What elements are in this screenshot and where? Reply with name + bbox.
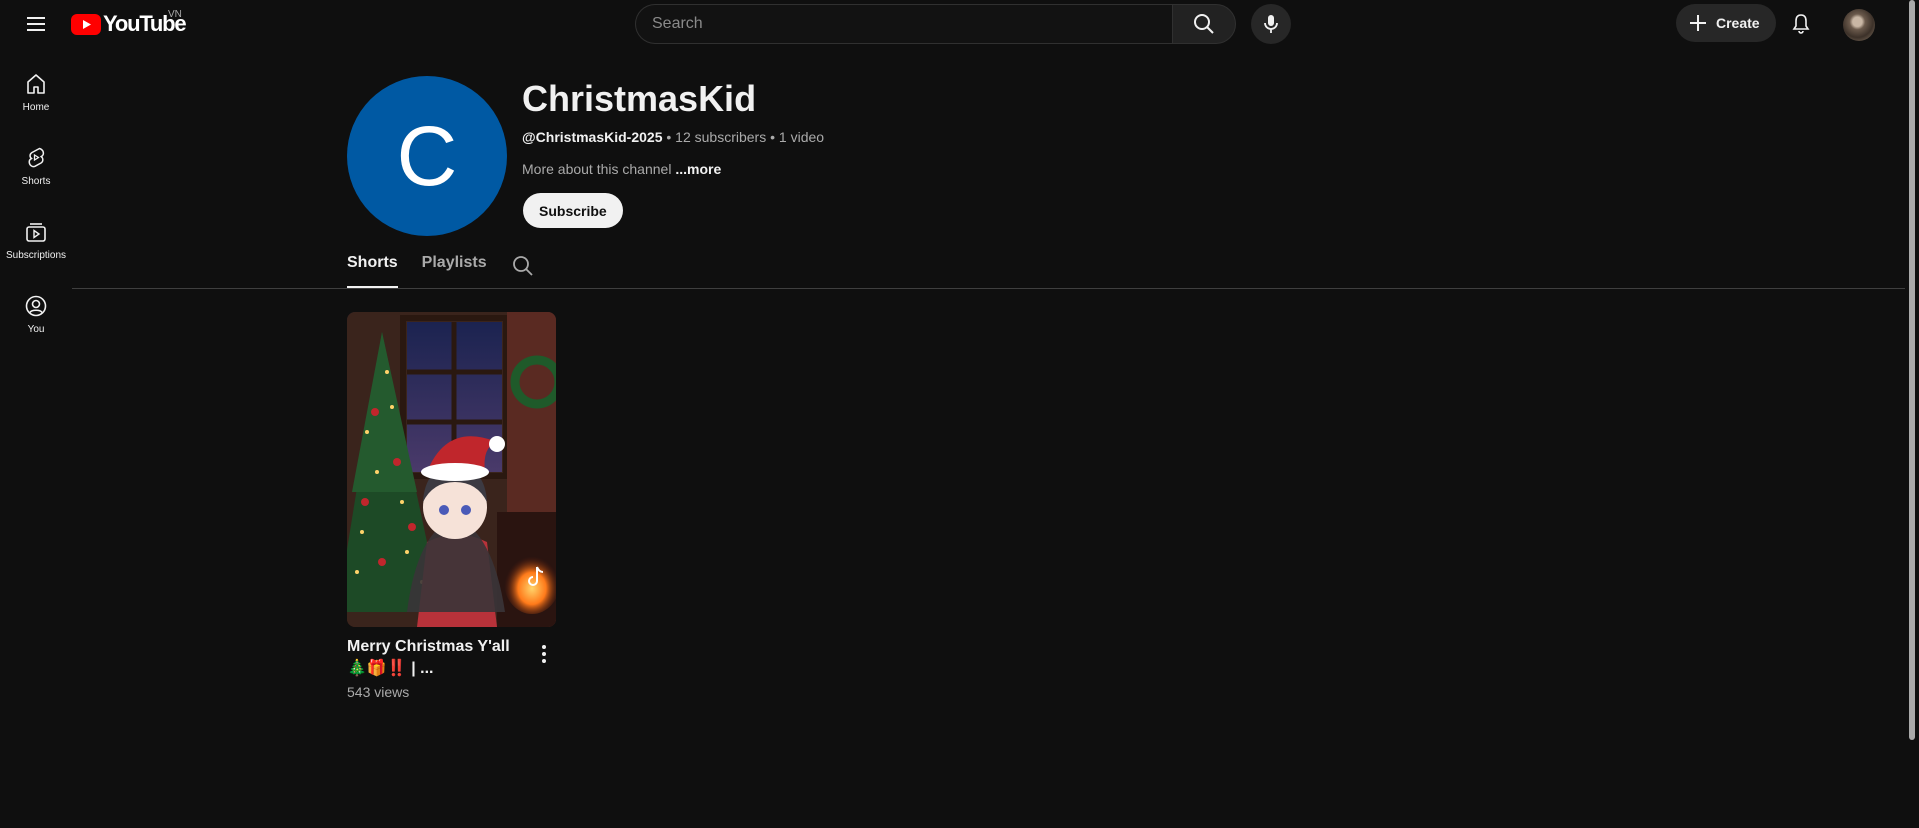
channel-avatar[interactable]: C bbox=[347, 76, 507, 236]
home-icon bbox=[27, 74, 45, 94]
youtube-play-icon bbox=[71, 13, 101, 35]
channel-meta: @ChristmasKid-2025 • 12 subscribers • 1 … bbox=[522, 129, 824, 145]
guide-item-shorts[interactable]: Shorts bbox=[0, 130, 72, 204]
bell-icon bbox=[1792, 14, 1810, 34]
you-icon bbox=[25, 295, 47, 317]
guide-item-home[interactable]: Home bbox=[0, 56, 72, 130]
masthead: YouTube VN Create bbox=[0, 0, 1905, 48]
create-button[interactable]: Create bbox=[1676, 4, 1776, 42]
create-label: Create bbox=[1716, 15, 1760, 31]
notifications-button[interactable] bbox=[1781, 4, 1821, 44]
search-input[interactable] bbox=[635, 4, 1172, 44]
voice-search-button[interactable] bbox=[1251, 4, 1291, 44]
search-button[interactable] bbox=[1172, 4, 1236, 44]
subscriber-count: 12 subscribers bbox=[675, 129, 767, 145]
plus-icon bbox=[1690, 15, 1706, 31]
video-count: 1 video bbox=[778, 129, 825, 145]
account-avatar[interactable] bbox=[1843, 9, 1875, 41]
page-scrollbar[interactable] bbox=[1905, 0, 1919, 828]
guide-label: Home bbox=[22, 102, 50, 113]
hamburger-menu-icon bbox=[27, 17, 45, 31]
channel-description[interactable]: More about this channel ...more bbox=[522, 161, 721, 177]
subscribe-button[interactable]: Subscribe bbox=[523, 193, 623, 228]
more-link[interactable]: ...more bbox=[675, 161, 721, 177]
channel-description-text: More about this channel bbox=[522, 161, 672, 177]
guide-label: Subscriptions bbox=[5, 250, 67, 261]
scrollbar-thumb[interactable] bbox=[1909, 0, 1915, 740]
guide-label: Shorts bbox=[21, 176, 51, 187]
guide-item-you[interactable]: You bbox=[0, 278, 72, 352]
tab-shorts[interactable]: Shorts bbox=[347, 250, 398, 288]
search-box bbox=[635, 4, 1236, 44]
country-code: VN bbox=[168, 9, 182, 20]
short-card: Merry Christmas Y'all 🎄🎁‼️ | ... 543 vie… bbox=[347, 312, 556, 700]
short-more-actions-button[interactable] bbox=[532, 642, 556, 666]
tab-playlists[interactable]: Playlists bbox=[422, 250, 487, 288]
guide-item-subscriptions[interactable]: Subscriptions bbox=[0, 204, 72, 278]
short-view-count: 543 views bbox=[347, 684, 410, 700]
guide-label: You bbox=[27, 324, 45, 335]
meta-separator: • bbox=[766, 129, 779, 145]
meta-separator: • bbox=[662, 129, 676, 145]
mini-guide: Home Shorts Subscriptions You bbox=[0, 56, 72, 352]
search-icon bbox=[1194, 14, 1214, 34]
christmas-scene-image bbox=[347, 312, 556, 627]
shorts-icon bbox=[28, 147, 45, 168]
channel-title: ChristmasKid bbox=[522, 78, 757, 119]
subscriptions-icon bbox=[26, 223, 46, 242]
short-thumbnail[interactable] bbox=[347, 312, 556, 627]
channel-handle: @ChristmasKid-2025 bbox=[522, 129, 663, 145]
tabs-divider bbox=[72, 288, 1905, 289]
short-title[interactable]: Merry Christmas Y'all 🎄🎁‼️ | ... bbox=[347, 636, 526, 680]
channel-avatar-letter: C bbox=[396, 108, 458, 203]
more-vertical-icon bbox=[542, 645, 546, 663]
guide-menu-button[interactable] bbox=[16, 8, 56, 40]
short-info: Merry Christmas Y'all 🎄🎁‼️ | ... bbox=[347, 636, 556, 680]
channel-search-icon[interactable] bbox=[511, 254, 535, 278]
microphone-icon bbox=[1264, 15, 1278, 33]
channel-tabs: Shorts Playlists bbox=[347, 250, 535, 288]
